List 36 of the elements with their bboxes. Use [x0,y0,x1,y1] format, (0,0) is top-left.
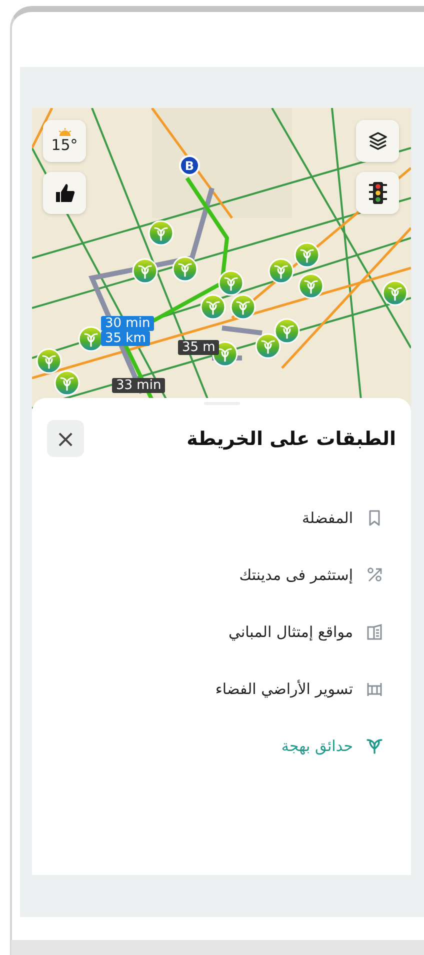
park-marker-icon[interactable] [382,280,408,306]
park-marker-icon[interactable] [54,370,80,396]
layers-button[interactable] [356,120,399,162]
thumbs-up-icon [54,183,74,203]
park-marker-icon[interactable] [200,294,226,320]
park-marker-icon[interactable] [298,273,324,299]
traffic-light-icon [368,181,386,205]
park-marker-icon[interactable] [218,270,244,296]
sheet-title: الطبقات على الخريطة [186,428,396,450]
layer-item[interactable]: مواقع إمتثال المباني [47,603,383,660]
park-marker-icon[interactable] [294,242,320,268]
layers-icon [368,131,388,151]
layer-item[interactable]: المفضلة [47,489,383,546]
layer-item[interactable]: تسوير الأراضي الفضاء [47,660,383,717]
temperature: 15° [51,136,78,154]
sun-icon [58,128,72,136]
route-time-label: 33 min [112,378,166,393]
route-time-label: 35 km [101,331,150,346]
close-button[interactable]: × [47,420,84,457]
building-icon [366,622,383,640]
route-time-label: 30 min [101,316,154,331]
thumbs-up-button[interactable] [43,172,86,214]
park-marker-icon[interactable] [268,258,294,284]
park-marker-icon[interactable] [36,348,62,374]
layer-item[interactable]: إستثمر فى مدينتك [47,546,383,603]
traffic-button[interactable] [356,172,399,214]
park-marker-icon[interactable] [148,220,174,246]
weather-button[interactable]: 15° [43,120,86,162]
percent-icon [366,566,383,584]
park-marker-icon[interactable] [172,256,198,282]
park-marker-icon[interactable] [255,333,281,359]
park-marker-icon[interactable] [230,294,256,320]
route-time-label: 35 m [178,340,220,355]
plant-icon [366,736,383,754]
park-marker-icon[interactable] [132,258,158,284]
park-marker-icon[interactable] [274,318,300,344]
